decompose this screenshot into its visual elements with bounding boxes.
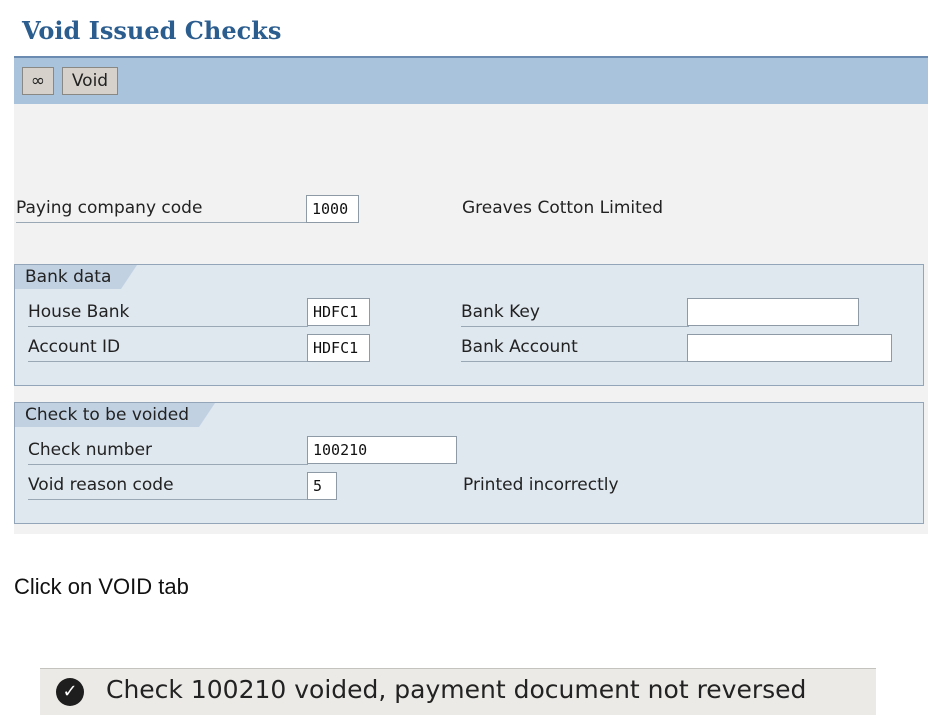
account-id-input[interactable]: HDFC1: [307, 334, 370, 362]
company-name-text: Greaves Cotton Limited: [462, 198, 664, 218]
bank-data-group: Bank data House Bank HDFC1 Account ID HD…: [14, 264, 924, 386]
bank-account-label: Bank Account: [461, 337, 689, 362]
void-reason-text: Printed incorrectly: [463, 475, 619, 495]
account-id-label: Account ID: [28, 337, 308, 362]
status-message[interactable]: Check 100210 voided, payment document no…: [106, 675, 806, 704]
check-group-title: Check to be voided: [15, 403, 216, 427]
paying-company-code-input[interactable]: 1000: [306, 195, 359, 223]
house-bank-label: House Bank: [28, 302, 308, 327]
house-bank-input[interactable]: HDFC1: [307, 298, 370, 326]
void-reason-code-input[interactable]: 5: [307, 472, 337, 500]
glasses-icon-button[interactable]: ∞: [22, 67, 54, 95]
bank-data-group-title: Bank data: [15, 265, 138, 289]
page-title: Void Issued Checks: [22, 16, 282, 45]
void-button[interactable]: Void: [62, 67, 118, 95]
glasses-icon: ∞: [30, 71, 46, 91]
check-to-be-voided-group: Check to be voided Check number 100210 V…: [14, 402, 924, 524]
bank-account-input[interactable]: [687, 334, 892, 362]
status-bar: ✓ Check 100210 voided, payment document …: [40, 668, 876, 715]
success-check-icon: ✓: [56, 678, 84, 706]
paying-company-code-label: Paying company code: [16, 198, 306, 223]
check-number-label: Check number: [28, 440, 308, 465]
instruction-text: Click on VOID tab: [14, 574, 189, 599]
void-reason-code-label: Void reason code: [28, 475, 308, 500]
work-area: Paying company code 1000 Greaves Cotton …: [14, 104, 928, 534]
check-number-input[interactable]: 100210: [307, 436, 457, 464]
application-toolbar: ∞ Void: [14, 58, 928, 104]
bank-key-input[interactable]: [687, 298, 859, 326]
bank-key-label: Bank Key: [461, 302, 689, 327]
